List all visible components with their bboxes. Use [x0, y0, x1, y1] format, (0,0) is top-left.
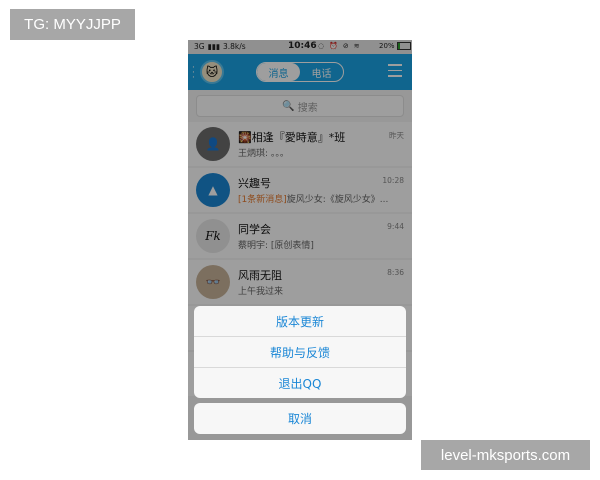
help-feedback-button[interactable]: 帮助与反馈	[194, 337, 406, 368]
watermark-top-left: TG: MYYJJPP	[10, 9, 135, 40]
action-sheet: 版本更新 帮助与反馈 退出QQ	[194, 306, 406, 398]
watermark-bottom-right: level-mksports.com	[421, 440, 590, 470]
version-update-button[interactable]: 版本更新	[194, 306, 406, 337]
phone-screen: 3G ▮▮▮ 3.8k/s 10:46 ◌ ⏰ ⊘ ≋ 20% · · · 🐱 消息…	[188, 40, 412, 440]
quit-qq-button[interactable]: 退出QQ	[194, 368, 406, 398]
cancel-button[interactable]: 取消	[194, 403, 406, 434]
